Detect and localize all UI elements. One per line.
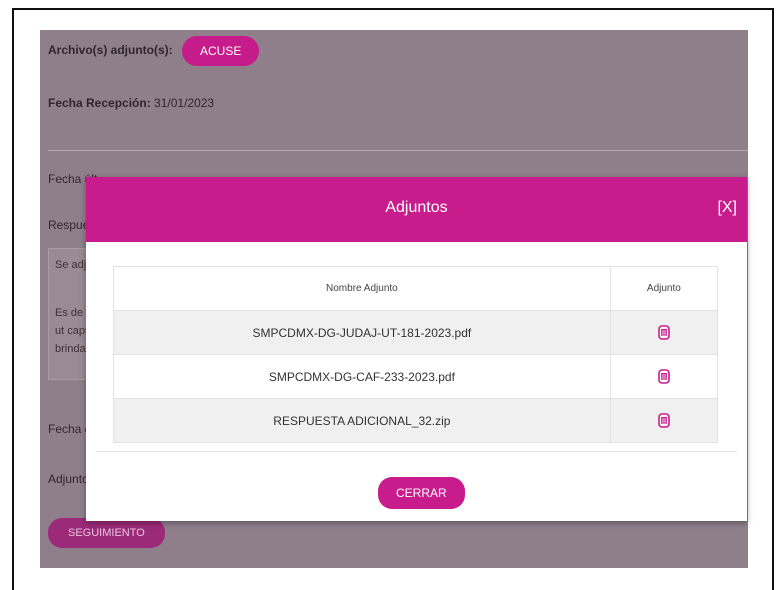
attachments-row: Archivo(s) adjunto(s): ACUSE [48,36,260,66]
attachment-name: RESPUESTA ADICIONAL_32.zip [113,398,611,443]
modal-title: Adjuntos [385,199,448,216]
close-icon[interactable]: [X] [717,199,737,217]
seguimiento-button[interactable]: SEGUIMIENTO [48,518,165,548]
response-text-line: brindar [55,343,90,355]
attachment-label: Adjunto [48,472,89,486]
response-text-line: ut capt [55,325,89,337]
divider [48,150,748,151]
close-button[interactable]: CERRAR [378,477,465,509]
table-row: RESPUESTA ADICIONAL_32.zip [113,398,719,443]
attachments-modal: Adjuntos [X] Nombre Adjunto Adjunto SMPC… [86,177,747,521]
acuse-button[interactable]: ACUSE [182,36,260,66]
attachments-label: Archivo(s) adjunto(s): [48,43,173,58]
column-header-attachment: Adjunto [609,266,719,311]
reception-date-row: Fecha Recepción: 31/01/2023 [48,96,214,110]
attachment-name: SMPCDMX-DG-CAF-233-2023.pdf [113,354,611,399]
file-icon[interactable] [658,369,670,384]
file-icon[interactable] [658,413,670,428]
column-header-name: Nombre Adjunto [113,266,611,311]
attachments-table: Nombre Adjunto Adjunto SMPCDMX-DG-JUDAJ-… [113,266,719,443]
modal-header: Adjuntos [X] [86,177,747,242]
table-row: SMPCDMX-DG-JUDAJ-UT-181-2023.pdf [113,310,719,355]
footer-divider [96,451,737,452]
table-row: SMPCDMX-DG-CAF-233-2023.pdf [113,354,719,399]
attachment-name: SMPCDMX-DG-JUDAJ-UT-181-2023.pdf [113,310,611,355]
file-icon[interactable] [658,325,670,340]
reception-date-label: Fecha Recepción: [48,96,151,110]
reception-date-value: 31/01/2023 [154,96,215,110]
